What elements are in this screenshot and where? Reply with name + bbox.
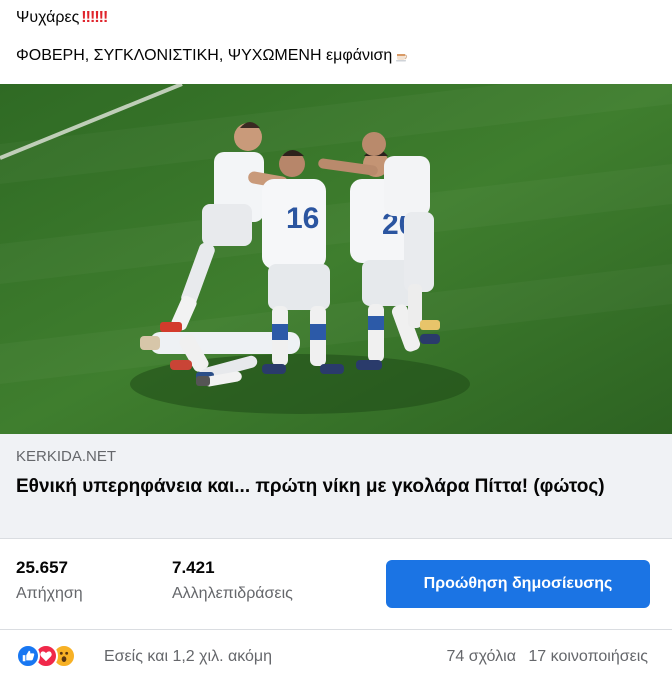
post-insights: 25.657 Απήχηση 7.421 Αλληλεπιδράσεις Προ…	[0, 539, 672, 630]
reach-stat[interactable]: 25.657 Απήχηση	[16, 557, 83, 605]
caption-line-2: ΦΟΒΕΡΗ, ΣΥΓΚΛΟΝΙΣΤΙΚΗ, ΨΥΧΩΜΕΝΗ εμφάνιση	[16, 45, 656, 67]
caption-line-1-text: Ψυχάρες	[16, 9, 80, 26]
caption-line-2-text: ΦΟΒΕΡΗ, ΣΥΓΚΛΟΝΙΣΤΙΚΗ, ΨΥΧΩΜΕΝΗ εμφάνιση	[16, 47, 393, 64]
reach-label: Απήχηση	[16, 585, 83, 602]
double-exclamation-emoji: ‼‼‼	[81, 9, 108, 26]
engagement-counts: 74 σχόλια 17 κοινοποιήσεις	[446, 646, 648, 668]
shares-count[interactable]: 17 κοινοποιήσεις	[528, 648, 648, 665]
like-icon	[16, 644, 40, 668]
engagement-label: Αλληλεπιδράσεις	[172, 585, 293, 602]
link-preview[interactable]: KERKIDA.NET Εθνική υπερηφάνεια και... πρ…	[0, 434, 672, 539]
post-footer: Εσείς και 1,2 χιλ. ακόμη 74 σχόλια 17 κο…	[0, 630, 672, 681]
reaction-icons[interactable]	[16, 644, 96, 668]
boost-post-button[interactable]: Προώθηση δημοσίευσης	[386, 560, 650, 608]
reach-value: 25.657	[16, 558, 68, 577]
facebook-post: Ψυχάρες ‼‼‼ ΦΟΒΕΡΗ, ΣΥΓΚΛΟΝΙΣΤΙΚΗ, ΨΥΧΩΜ…	[0, 0, 672, 681]
reactions-summary[interactable]: Εσείς και 1,2 χιλ. ακόμη	[104, 646, 272, 668]
link-title[interactable]: Εθνική υπερηφάνεια και... πρώτη νίκη με …	[16, 474, 656, 499]
teacup-emoji-icon	[396, 54, 408, 62]
post-caption: Ψυχάρες ‼‼‼ ΦΟΒΕΡΗ, ΣΥΓΚΛΟΝΙΣΤΙΚΗ, ΨΥΧΩΜ…	[0, 0, 672, 67]
engagement-value: 7.421	[172, 558, 215, 577]
engagement-stat[interactable]: 7.421 Αλληλεπιδράσεις	[172, 557, 293, 605]
svg-text:16: 16	[286, 202, 319, 235]
comments-count[interactable]: 74 σχόλια	[446, 648, 515, 665]
link-domain: KERKIDA.NET	[16, 448, 117, 465]
football-celebration-image: 16 20	[0, 84, 672, 434]
caption-line-1: Ψυχάρες ‼‼‼	[16, 6, 656, 30]
post-photo[interactable]: 16 20	[0, 84, 672, 434]
